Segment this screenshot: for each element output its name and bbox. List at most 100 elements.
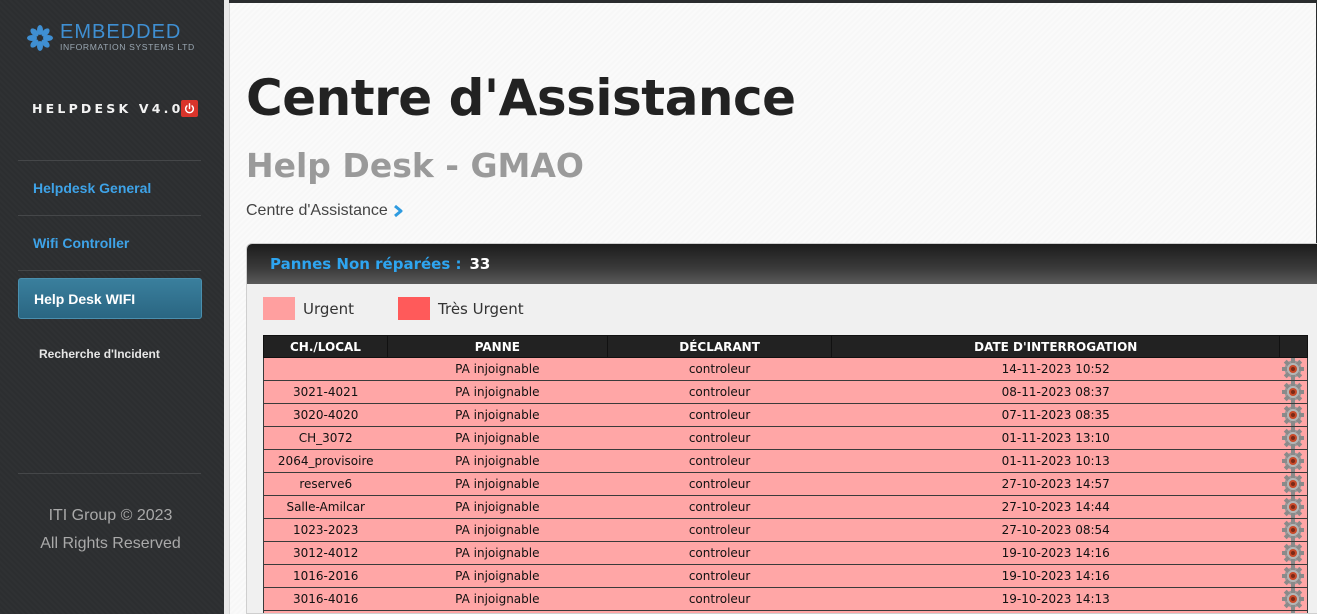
sidebar-item-helpdesk-general[interactable]: Helpdesk General: [18, 168, 202, 209]
cell-date: 14-11-2023 10:52: [831, 357, 1280, 381]
row-settings-button[interactable]: [1279, 449, 1309, 473]
table-body: PA injoignable controleur 14-11-2023 10:52…: [263, 357, 1309, 613]
cell-date: 19-10-2023 14:16: [831, 564, 1280, 588]
cell-date: 19-10-2023 14:13: [831, 587, 1280, 611]
cell-declarant: controleur: [607, 426, 832, 450]
cell-panne: PA injoignable: [387, 357, 608, 381]
table-row[interactable]: Salle-Amilcar PA injoignable controleur 27-…: [263, 495, 1309, 519]
cell-declarant: controleur: [607, 403, 832, 427]
legend-swatch-tres-urgent: [398, 297, 431, 320]
table-row[interactable]: 3021-4021 PA injoignable controleur 08-11-2…: [263, 380, 1309, 404]
breadcrumb: Centre d'Assistance: [246, 202, 404, 220]
column-header-panne[interactable]: PANNE: [386, 335, 608, 358]
sidebar-divider: [18, 270, 201, 271]
sidebar-subitem-recherche-incident[interactable]: Recherche d'Incident: [39, 347, 160, 361]
cell-local: reserve6: [263, 472, 388, 496]
table-row[interactable]: CH_3072 PA injoignable controleur 01-11-202…: [263, 426, 1309, 450]
cell-date: 19-10-2023 14:12: [831, 610, 1280, 613]
cell-local: Salle-Amilcar: [263, 495, 388, 519]
panel-count: 33: [469, 255, 491, 273]
table-row[interactable]: 3020-4020 PA injoignable controleur 07-11-2…: [263, 403, 1309, 427]
footer-copyright: ITI Group © 2023: [48, 507, 173, 524]
logo-flower-icon: [27, 25, 53, 51]
gear-icon: [1282, 450, 1305, 472]
cell-panne: PA injoignable: [387, 426, 608, 450]
gear-icon: [1282, 381, 1305, 403]
table-row[interactable]: 3012-4012 PA injoignable controleur 19-10-2…: [263, 541, 1309, 565]
cell-local: 3012-4012: [263, 541, 388, 565]
legend-label-tres-urgent: Très Urgent: [438, 299, 524, 318]
gear-icon: [1282, 565, 1305, 587]
cell-panne: PA injoignable: [387, 403, 608, 427]
cell-panne: PA injoignable: [387, 564, 608, 588]
row-settings-button[interactable]: [1279, 541, 1309, 565]
page-subtitle: Help Desk - GMAO: [246, 146, 584, 185]
table-row[interactable]: 1016-2016 PA injoignable controleur 19-10-2…: [263, 564, 1309, 588]
sidebar: EMBEDDED INFORMATION SYSTEMS LTD HELPDES…: [0, 0, 224, 614]
row-settings-button[interactable]: [1279, 564, 1309, 588]
cell-panne: PA injoignable: [387, 495, 608, 519]
gear-icon: [1282, 427, 1305, 449]
table-row[interactable]: 1023-2023 PA injoignable controleur 27-10-2…: [263, 518, 1309, 542]
gear-icon: [1282, 542, 1305, 564]
row-settings-button[interactable]: [1279, 403, 1309, 427]
cell-date: 27-10-2023 08:54: [831, 518, 1280, 542]
page-title: Centre d'Assistance: [246, 69, 796, 127]
cell-date: 19-10-2023 14:16: [831, 541, 1280, 565]
cell-local: 2064_provisoire: [263, 449, 388, 473]
company-logo[interactable]: EMBEDDED INFORMATION SYSTEMS LTD: [26, 22, 196, 58]
cell-local: 3016-4016: [263, 587, 388, 611]
gear-icon: [1282, 358, 1305, 380]
table-row[interactable]: 1027-2027PA injoignablecontroleur19-10-2…: [263, 610, 1309, 613]
row-settings-button[interactable]: [1279, 518, 1309, 542]
sidebar-item-help-desk-wifi[interactable]: Help Desk WIFI: [18, 278, 202, 319]
main-content: Centre d'Assistance Help Desk - GMAO Cen…: [229, 3, 1317, 614]
incidents-table: CH./LOCAL PANNE DÉCLARANT DATE D'INTERRO…: [263, 335, 1309, 613]
chevron-right-icon: [393, 204, 403, 218]
row-settings-button[interactable]: [1279, 426, 1309, 450]
breadcrumb-link[interactable]: Centre d'Assistance: [246, 202, 388, 220]
row-settings-button[interactable]: [1279, 610, 1309, 613]
cell-date: 27-10-2023 14:57: [831, 472, 1280, 496]
logo-subtitle: INFORMATION SYSTEMS LTD: [60, 42, 195, 52]
sidebar-item-wifi-controller[interactable]: Wifi Controller: [18, 223, 202, 264]
row-settings-button[interactable]: [1279, 472, 1309, 496]
cell-panne: PA injoignable: [387, 449, 608, 473]
cell-declarant: controleur: [607, 564, 832, 588]
row-settings-button[interactable]: [1279, 495, 1309, 519]
cell-declarant: controleur: [607, 587, 832, 611]
table-row[interactable]: 3016-4016 PA injoignable controleur 19-10-2…: [263, 587, 1309, 611]
panel-label: Pannes Non réparées :: [270, 255, 462, 273]
gear-icon: [1282, 404, 1305, 426]
cell-date: 01-11-2023 10:13: [831, 449, 1280, 473]
column-header-actions: [1278, 335, 1309, 358]
column-header-local[interactable]: CH./LOCAL: [263, 335, 388, 358]
cell-declarant: controleur: [607, 449, 832, 473]
cell-date: 27-10-2023 14:44: [831, 495, 1280, 519]
cell-local: [263, 357, 388, 381]
row-settings-button[interactable]: [1279, 380, 1309, 404]
row-settings-button[interactable]: [1279, 357, 1309, 381]
sidebar-divider: [18, 473, 201, 474]
column-header-declarant[interactable]: DÉCLARANT: [606, 335, 833, 358]
legend-swatch-urgent: [263, 297, 295, 320]
cell-panne: PA injoignable: [387, 587, 608, 611]
cell-date: 08-11-2023 08:37: [831, 380, 1280, 404]
table-row[interactable]: 2064_provisoire PA injoignable controleur 0…: [263, 449, 1309, 473]
power-button[interactable]: [181, 100, 198, 117]
logo-title: EMBEDDED: [60, 21, 182, 43]
cell-declarant: controleur: [607, 472, 832, 496]
row-settings-button[interactable]: [1279, 587, 1309, 611]
cell-date: 01-11-2023 13:10: [831, 426, 1280, 450]
gear-icon: [1282, 588, 1305, 610]
cell-local: 3021-4021: [263, 380, 388, 404]
cell-declarant: controleur: [607, 380, 832, 404]
cell-local: 1023-2023: [263, 518, 388, 542]
column-header-date[interactable]: DATE D'INTERROGATION: [831, 335, 1280, 358]
cell-declarant: controleur: [607, 541, 832, 565]
table-row[interactable]: reserve6 PA injoignable controleur 27-10-20…: [263, 472, 1309, 496]
gear-icon: [1282, 496, 1305, 518]
cell-date: 07-11-2023 08:35: [831, 403, 1280, 427]
panel-header: Pannes Non réparées : 33: [247, 244, 1317, 284]
table-row[interactable]: PA injoignable controleur 14-11-2023 10:52: [263, 357, 1309, 381]
